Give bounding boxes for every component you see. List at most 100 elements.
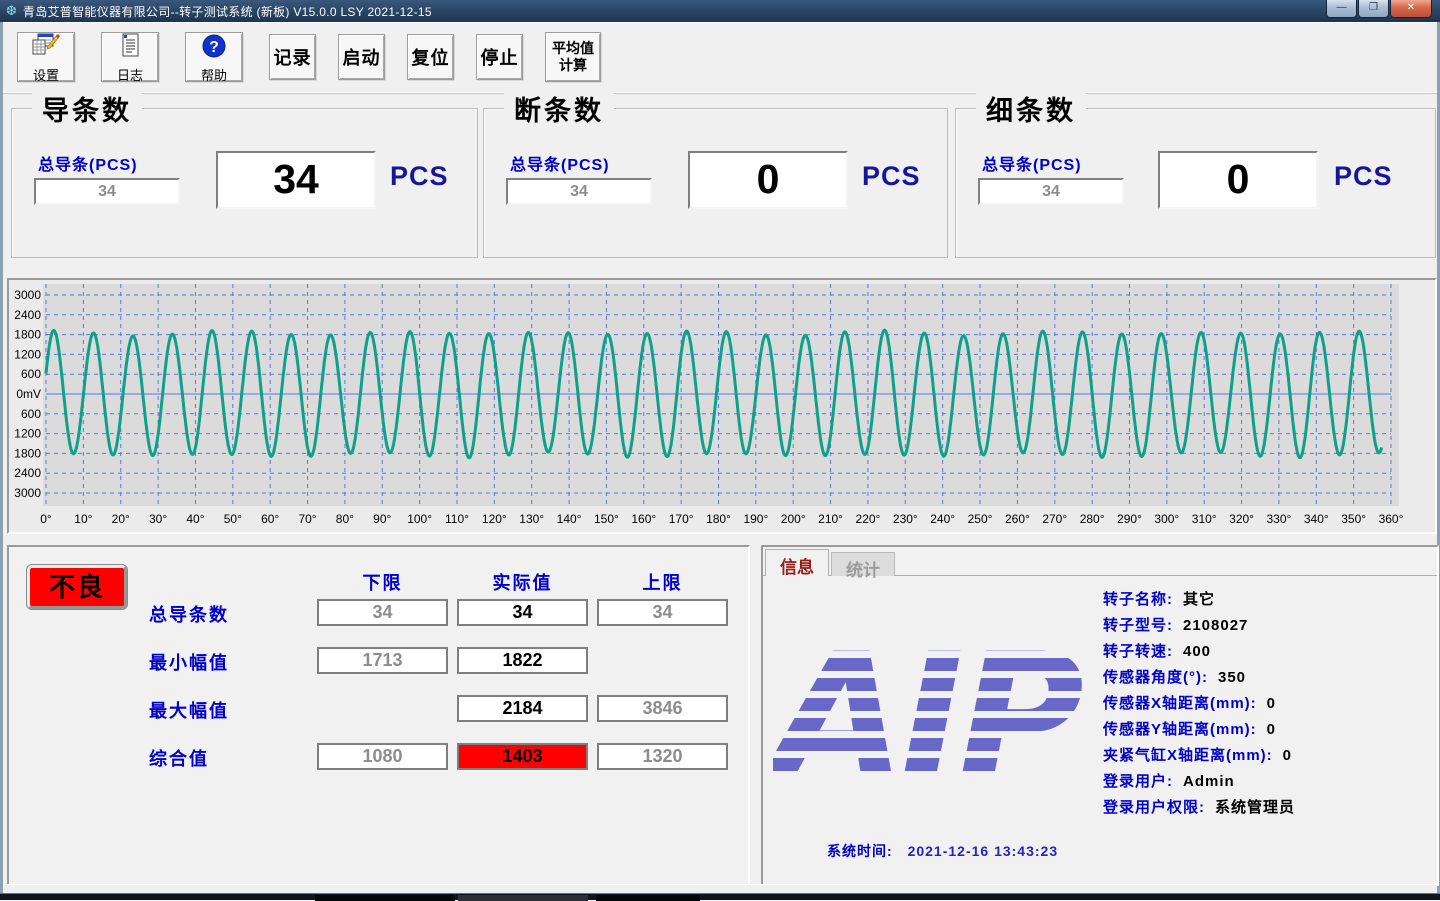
y-tick-label: 0mV xyxy=(16,387,41,401)
system-time-value: 2021-12-16 13:43:23 xyxy=(908,843,1059,859)
x-tick-label: 290° xyxy=(1117,512,1142,526)
groupbox-title: 断条数 xyxy=(504,89,614,128)
app-icon: ❆ xyxy=(6,0,17,22)
x-tick-label: 260° xyxy=(1005,512,1030,526)
y-tick-label: 3000 xyxy=(14,486,41,500)
y-tick-label: 600 xyxy=(21,407,41,421)
actual-value-cell: 34 xyxy=(457,599,588,626)
info-field-label: 传感器角度(°): xyxy=(1103,669,1208,686)
y-tick-label: 3000 xyxy=(14,288,41,302)
x-tick-label: 130° xyxy=(519,512,544,526)
start-button[interactable]: 启动 xyxy=(338,34,385,80)
x-tick-label: 80° xyxy=(336,512,354,526)
x-tick-label: 40° xyxy=(186,512,204,526)
results-panel: 不良 下限 实际值 上限 总导条数343434最小幅值17131822最大幅值2… xyxy=(7,545,750,886)
x-tick-label: 150° xyxy=(594,512,619,526)
waveform-chart-panel: 0°10°20°30°40°50°60°70°80°90°100°110°120… xyxy=(7,278,1437,534)
y-tick-label: 2400 xyxy=(14,308,41,322)
taskbar-item[interactable] xyxy=(596,895,700,901)
info-field: 传感器角度(°): 350 xyxy=(1103,666,1295,692)
unit-label: PCS xyxy=(862,161,921,192)
x-tick-label: 0° xyxy=(40,512,52,526)
y-tick-label: 1200 xyxy=(14,427,41,441)
toolbar: 设置 日志 ? 帮助 记录 启动 复位 停止 xyxy=(3,22,1437,94)
restore-button[interactable]: ❐ xyxy=(1358,0,1389,18)
tab-info[interactable]: 信息 xyxy=(765,549,829,576)
info-field-value: 350 xyxy=(1218,669,1246,686)
settings-button[interactable]: 设置 xyxy=(17,32,75,82)
status-bar xyxy=(3,884,1437,893)
x-tick-label: 250° xyxy=(968,512,993,526)
info-panel: 信息 统计 AIP 转子名称:其它转子型号:2108027转子转速:400传感器… xyxy=(761,545,1439,886)
x-tick-label: 300° xyxy=(1154,512,1179,526)
lower-limit-cell: 1713 xyxy=(317,647,448,674)
lower-limit-cell: 34 xyxy=(317,599,448,626)
total-bars-input[interactable]: 34 xyxy=(506,178,652,205)
actual-value-header: 实际值 xyxy=(457,569,588,595)
groupbox-thin-bar-count: 细条数 总导条(PCS) 34 0 PCS xyxy=(955,108,1436,258)
info-field: 登录用户权限:系统管理员 xyxy=(1103,796,1295,822)
lower-limit-header: 下限 xyxy=(317,569,448,595)
total-bars-label: 总导条(PCS) xyxy=(510,151,610,175)
total-bars-input[interactable]: 34 xyxy=(34,178,180,205)
info-tab-content: AIP 转子名称:其它转子型号:2108027转子转速:400传感器角度(°):… xyxy=(763,575,1437,884)
actual-value-cell: 1822 xyxy=(457,647,588,674)
x-tick-label: 70° xyxy=(298,512,316,526)
x-tick-label: 10° xyxy=(74,512,92,526)
log-button[interactable]: 日志 xyxy=(101,32,159,82)
x-tick-label: 310° xyxy=(1192,512,1217,526)
x-tick-label: 320° xyxy=(1229,512,1254,526)
help-button[interactable]: ? 帮助 xyxy=(185,32,243,82)
info-field-label: 传感器X轴距离(mm): xyxy=(1103,695,1257,712)
record-button[interactable]: 记录 xyxy=(269,34,316,80)
reset-button[interactable]: 复位 xyxy=(407,34,454,80)
info-field-value: 0 xyxy=(1267,721,1276,738)
x-tick-label: 90° xyxy=(373,512,391,526)
x-tick-label: 360° xyxy=(1379,512,1404,526)
stop-button[interactable]: 停止 xyxy=(476,34,523,80)
actual-value-cell: 1403 xyxy=(457,743,588,770)
info-field-value: 2108027 xyxy=(1183,617,1248,634)
minimize-button[interactable]: — xyxy=(1326,0,1357,18)
result-row-label: 最大幅值 xyxy=(149,697,319,723)
help-icon: ? xyxy=(201,33,227,64)
aip-logo: AIP xyxy=(773,618,1103,818)
info-field: 转子名称:其它 xyxy=(1103,588,1295,614)
system-time-label: 系统时间: xyxy=(827,843,893,859)
unit-label: PCS xyxy=(390,161,449,192)
taskbar-item[interactable] xyxy=(315,895,455,901)
x-tick-label: 50° xyxy=(224,512,242,526)
thin-bar-count-display: 0 xyxy=(1158,151,1318,209)
lower-limit-cell: 1080 xyxy=(317,743,448,770)
actual-value-cell: 2184 xyxy=(457,695,588,722)
y-tick-label: 1800 xyxy=(14,328,41,342)
info-field: 夹紧气缸X轴距离(mm): 0 xyxy=(1103,744,1295,770)
x-tick-label: 230° xyxy=(893,512,918,526)
info-field-value: 0 xyxy=(1283,747,1292,764)
tab-statistics[interactable]: 统计 xyxy=(831,552,895,576)
average-calc-button[interactable]: 平均值 计算 xyxy=(545,32,601,82)
log-icon xyxy=(119,33,141,64)
bar-count-display: 34 xyxy=(216,151,376,209)
x-tick-label: 190° xyxy=(743,512,768,526)
x-tick-label: 110° xyxy=(445,512,469,526)
info-field-label: 转子转速: xyxy=(1103,643,1173,660)
x-tick-label: 240° xyxy=(930,512,955,526)
info-field-value: 其它 xyxy=(1183,591,1215,608)
taskbar-item[interactable] xyxy=(458,895,588,901)
info-field: 传感器X轴距离(mm):0 xyxy=(1103,692,1295,718)
groupbox-title: 导条数 xyxy=(32,89,142,128)
total-bars-label: 总导条(PCS) xyxy=(38,151,138,175)
upper-limit-cell: 3846 xyxy=(597,695,728,722)
x-tick-label: 60° xyxy=(261,512,279,526)
x-tick-label: 170° xyxy=(669,512,694,526)
result-row-label: 总导条数 xyxy=(149,601,319,627)
info-field-label: 夹紧气缸X轴距离(mm): xyxy=(1103,747,1273,764)
x-tick-label: 100° xyxy=(407,512,432,526)
groupbox-broken-bar-count: 断条数 总导条(PCS) 34 0 PCS xyxy=(483,108,948,258)
groupbox-bar-count: 导条数 总导条(PCS) 34 34 PCS xyxy=(11,108,478,258)
close-button[interactable]: ✕ xyxy=(1390,0,1432,18)
info-field: 登录用户:Admin xyxy=(1103,770,1295,796)
y-tick-label: 1200 xyxy=(14,347,41,361)
total-bars-input[interactable]: 34 xyxy=(978,178,1124,205)
